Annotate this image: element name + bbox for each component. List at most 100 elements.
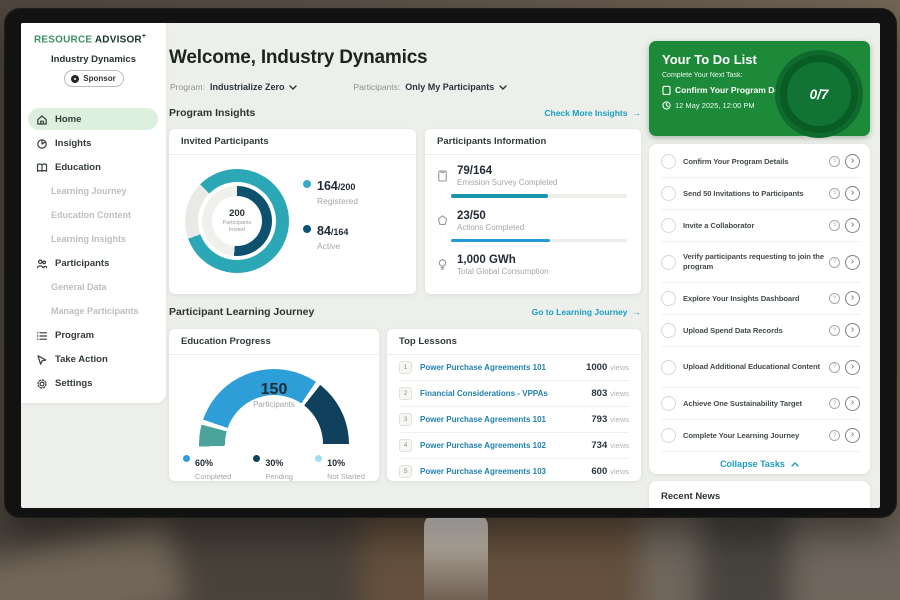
insights-icon <box>36 137 48 149</box>
recent-news-card: Recent News <box>649 481 870 508</box>
chevron-right-button[interactable]: › <box>845 396 860 411</box>
gauge-center-label: Participants <box>199 400 349 409</box>
chevron-right-button[interactable]: › <box>845 323 860 338</box>
lesson-link[interactable]: Power Purchase Agreements 103 <box>420 467 591 476</box>
task-row[interactable]: Invite a Collaborator ? › <box>661 210 860 242</box>
emission-survey-progress-bar <box>451 194 627 198</box>
top-lessons-card: Top Lessons 1 Power Purchase Agreements … <box>387 329 641 481</box>
filters-row: Program: Industrialize Zero Participants… <box>170 82 507 92</box>
info-icon[interactable]: ? <box>829 156 840 167</box>
info-icon[interactable]: ? <box>829 293 840 304</box>
task-row[interactable]: Complete Your Learning Journey ? › <box>661 420 860 452</box>
participants-filter-value: Only My Participants <box>405 82 494 92</box>
sidebar-item-insights[interactable]: Insights <box>21 131 166 155</box>
lesson-link[interactable]: Power Purchase Agreements 102 <box>420 441 591 450</box>
home-icon <box>36 113 48 125</box>
task-checkbox[interactable] <box>661 360 676 375</box>
todo-counter: 0/7 <box>810 87 829 102</box>
lesson-link[interactable]: Financial Considerations - VPPAs <box>420 389 591 398</box>
info-icon[interactable]: ? <box>829 398 840 409</box>
task-checkbox[interactable] <box>661 291 676 306</box>
sponsor-badge: Sponsor <box>64 70 124 87</box>
chevron-right-button[interactable]: › <box>845 291 860 306</box>
info-icon[interactable]: ? <box>829 220 840 231</box>
gear-icon <box>36 377 48 389</box>
info-icon[interactable]: ? <box>829 188 840 199</box>
chevron-right-button[interactable]: › <box>845 154 860 169</box>
background-blur <box>700 505 790 600</box>
sidebar-item-take-action[interactable]: Take Action <box>21 347 166 371</box>
program-insights-header: Program Insights Check More Insights → <box>169 107 641 119</box>
lightbulb-icon <box>436 258 449 271</box>
chevron-right-button[interactable]: › <box>845 428 860 443</box>
sidebar-item-learning-insights[interactable]: Learning Insights <box>21 227 166 251</box>
task-checkbox[interactable] <box>661 154 676 169</box>
lesson-link[interactable]: Power Purchase Agreements 101 <box>420 415 591 424</box>
collapse-tasks-link[interactable]: Collapse Tasks <box>649 452 870 476</box>
lesson-row: 1 Power Purchase Agreements 101 1000 vie… <box>399 355 629 381</box>
list-icon <box>36 329 48 341</box>
task-checkbox[interactable] <box>661 218 676 233</box>
logo-secondary: ADVISOR <box>95 34 142 45</box>
legend-item-completed: 60% Completed <box>183 453 231 481</box>
lesson-link[interactable]: Power Purchase Agreements 101 <box>420 363 586 372</box>
sidebar-item-education[interactable]: Education <box>21 155 166 179</box>
sidebar-item-program[interactable]: Program <box>21 323 166 347</box>
program-filter-dropdown[interactable]: Program: Industrialize Zero <box>170 82 297 92</box>
sidebar-item-home[interactable]: Home <box>21 107 166 131</box>
card-title: Invited Participants <box>169 129 416 155</box>
section-title: Participant Learning Journey <box>169 306 314 318</box>
chevron-right-button[interactable]: › <box>845 186 860 201</box>
section-title: Program Insights <box>169 107 255 119</box>
donut-legend: 164/200 Registered 84/164 Active <box>303 177 358 267</box>
sidebar-item-participants[interactable]: Participants <box>21 251 166 275</box>
chevron-right-button[interactable]: › <box>845 218 860 233</box>
rank-badge: 2 <box>399 387 412 400</box>
task-row[interactable]: Upload Additional Educational Content ? … <box>661 347 860 388</box>
info-icon[interactable]: ? <box>829 430 840 441</box>
info-icon[interactable]: ? <box>829 325 840 336</box>
sidebar-item-settings[interactable]: Settings <box>21 371 166 395</box>
participants-filter-dropdown[interactable]: Participants: Only My Participants <box>353 82 507 92</box>
task-checkbox[interactable] <box>661 428 676 443</box>
task-row[interactable]: Explore Your Insights Dashboard ? › <box>661 283 860 315</box>
program-filter-label: Program: <box>170 82 205 92</box>
sidebar-item-manage-participants[interactable]: Manage Participants <box>21 299 166 323</box>
chevron-right-button[interactable]: › <box>845 360 860 375</box>
app-logo: RESOURCE ADVISOR+ <box>21 23 166 45</box>
task-row[interactable]: Send 50 Invitations to Participants ? › <box>661 178 860 210</box>
background-blur <box>360 505 660 600</box>
task-checkbox[interactable] <box>661 323 676 338</box>
lesson-row: 5 Power Purchase Agreements 103 600 view… <box>399 459 629 484</box>
chevron-down-icon <box>289 85 297 90</box>
rank-badge: 1 <box>399 361 412 374</box>
dashboard-screen: RESOURCE ADVISOR+ Industry Dynamics Spon… <box>21 23 880 508</box>
task-checkbox[interactable] <box>661 186 676 201</box>
legend-dot <box>253 455 260 462</box>
rank-badge: 3 <box>399 413 412 426</box>
todo-subtitle: Complete Your Next Task: <box>662 72 742 79</box>
sidebar-item-education-content[interactable]: Education Content <box>21 203 166 227</box>
rank-badge: 4 <box>399 439 412 452</box>
sidebar-nav: Home Insights Education Learning Journey… <box>21 107 166 395</box>
task-row[interactable]: Confirm Your Program Details ? › <box>661 146 860 178</box>
due-date-row: 12 May 2025, 12:00 PM <box>662 101 755 110</box>
arrow-right-icon: → <box>633 108 642 118</box>
check-more-insights-link[interactable]: Check More Insights → <box>544 108 641 118</box>
sidebar-item-learning-journey[interactable]: Learning Journey <box>21 179 166 203</box>
sidebar-item-general-data[interactable]: General Data <box>21 275 166 299</box>
task-checkbox[interactable] <box>661 255 676 270</box>
chevron-right-button[interactable]: › <box>845 255 860 270</box>
recent-news-title: Recent News <box>649 481 870 502</box>
task-row[interactable]: Achieve One Sustainability Target ? › <box>661 388 860 420</box>
next-task-row: Confirm Your Program Details <box>662 85 796 95</box>
todo-summary-card: Your To Do List Complete Your Next Task:… <box>649 41 870 136</box>
task-row[interactable]: Verify participants requesting to join t… <box>661 242 860 283</box>
info-icon[interactable]: ? <box>829 362 840 373</box>
metric-consumption: 1,000 GWh Total Global Consumption <box>425 244 641 276</box>
task-checkbox[interactable] <box>661 396 676 411</box>
go-to-learning-journey-link[interactable]: Go to Learning Journey → <box>532 307 641 317</box>
task-row[interactable]: Upload Spend Data Records ? › <box>661 315 860 347</box>
legend-item-active: 84/164 Active <box>303 222 358 251</box>
info-icon[interactable]: ? <box>829 257 840 268</box>
